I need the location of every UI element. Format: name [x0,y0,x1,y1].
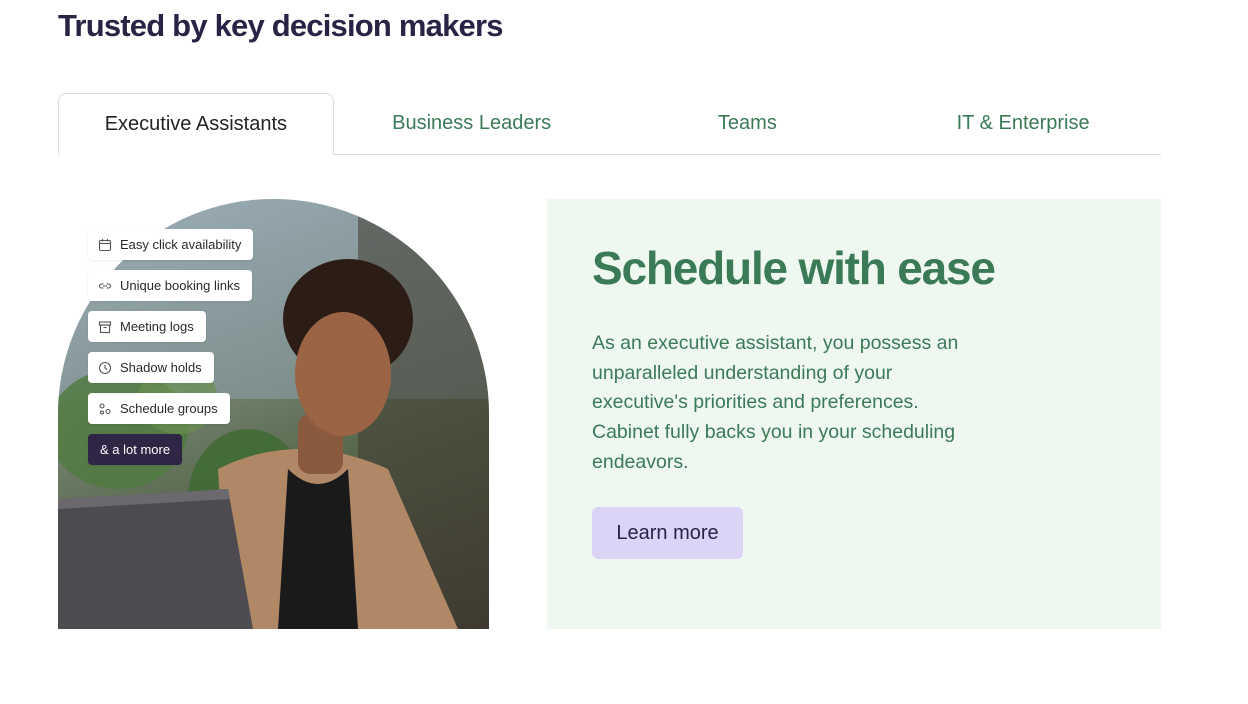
audience-tabs: Executive Assistants Business Leaders Te… [58,93,1161,155]
feature-chip-label: & a lot more [100,442,171,457]
feature-chip: Unique booking links [88,270,252,301]
calendar-icon [98,238,112,252]
feature-chip: Meeting logs [88,311,206,342]
feature-chip-label: Shadow holds [120,360,202,375]
tab-it-enterprise[interactable]: IT & Enterprise [885,93,1161,154]
page: Trusted by key decision makers Executive… [0,0,1248,704]
tab-executive-assistants[interactable]: Executive Assistants [58,93,334,155]
feature-chip: Shadow holds [88,352,214,383]
feature-chip-label: Easy click availability [120,237,242,252]
learn-more-button[interactable]: Learn more [592,507,743,559]
card-description: As an executive assistant, you possess a… [592,332,959,473]
tab-teams[interactable]: Teams [610,93,886,154]
section-title: Trusted by key decision makers [58,8,503,43]
archive-icon [98,320,112,334]
feature-card: Schedule with ease As an executive assis… [547,199,1161,629]
feature-chip: Easy click availability [88,229,254,260]
feature-chip: Schedule groups [88,393,230,424]
card-title: Schedule with ease [592,242,996,294]
tab-business-leaders[interactable]: Business Leaders [334,93,610,154]
link-icon [98,279,112,293]
feature-chip-label: Unique booking links [120,278,240,293]
group-icon [98,402,112,416]
more-features-chip: & a lot more [88,434,183,465]
clock-icon [98,361,112,375]
feature-chip-label: Schedule groups [120,401,218,416]
feature-chip-label: Meeting logs [120,319,194,334]
feature-chip-list: Easy click availability Unique booking l… [88,229,254,465]
